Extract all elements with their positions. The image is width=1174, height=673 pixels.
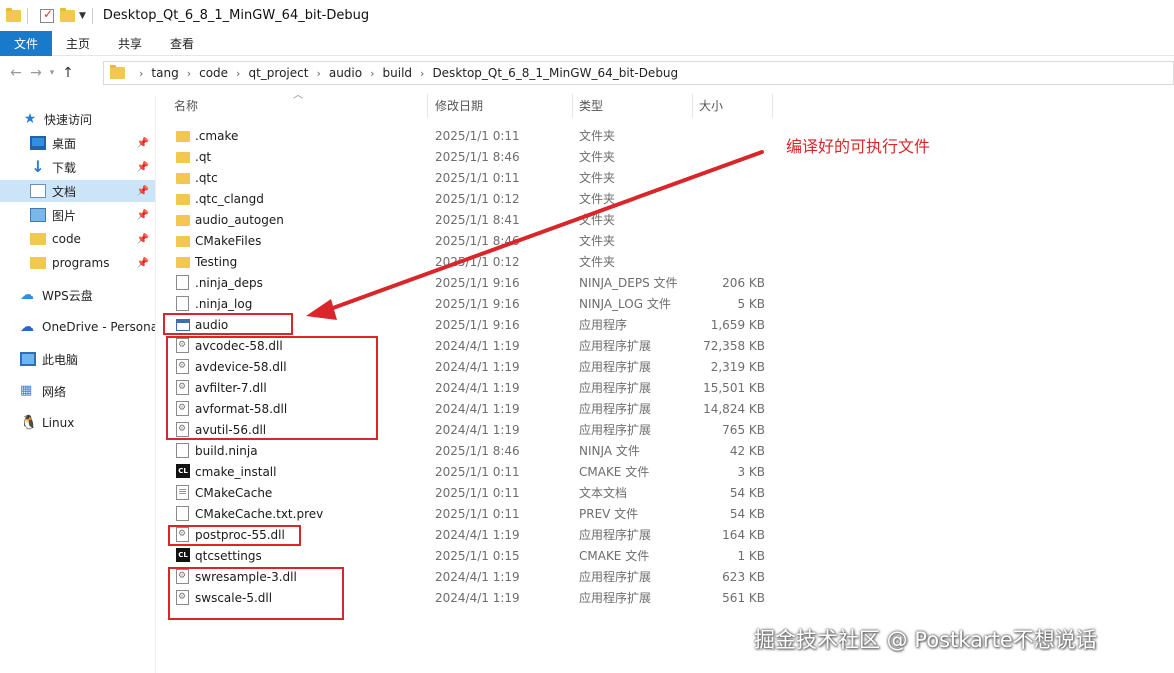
annotation-arrow (306, 150, 764, 320)
annotation-label: 编译好的可执行文件 (786, 137, 931, 156)
watermark: 掘金技术社区 @ Postkarte不想说话 (754, 628, 1097, 652)
